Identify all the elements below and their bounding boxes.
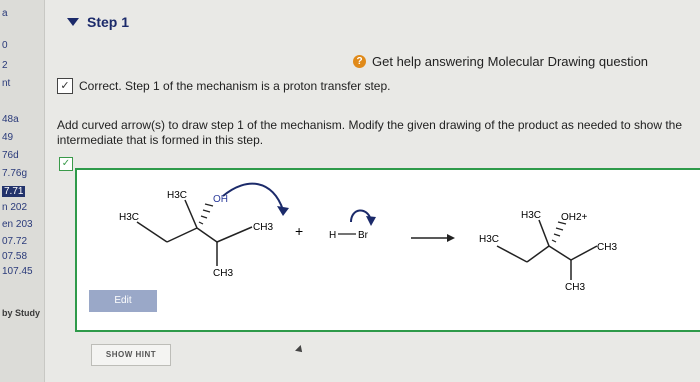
hashed-wedge bbox=[198, 203, 214, 225]
reactant-oh[interactable]: OH bbox=[213, 194, 228, 205]
sidebar-item[interactable]: n 202 bbox=[2, 202, 27, 213]
sidebar: a 0 2 nt 48a 49 76d 7.76g 7.71 n 202 en … bbox=[0, 0, 45, 382]
reaction-arrowhead-icon bbox=[447, 234, 455, 242]
arrowhead-icon bbox=[366, 216, 376, 226]
product-molecule[interactable] bbox=[496, 219, 598, 280]
reactant-molecule[interactable] bbox=[136, 199, 253, 266]
sidebar-item[interactable]: 07.58 bbox=[2, 251, 27, 262]
sidebar-item[interactable]: 0 bbox=[2, 40, 8, 51]
sidebar-item[interactable]: nt bbox=[2, 78, 10, 89]
check-icon: ✓ bbox=[59, 157, 73, 171]
sidebar-footer: by Study bbox=[2, 308, 41, 318]
plus-sign: + bbox=[295, 223, 303, 239]
sidebar-item-active[interactable]: 7.71 bbox=[2, 186, 26, 197]
reactant-h3c-left: H3C bbox=[119, 212, 139, 223]
reagent-h: H bbox=[329, 230, 336, 241]
sidebar-item[interactable]: 2 bbox=[2, 60, 8, 71]
step-title: Step 1 bbox=[87, 14, 130, 30]
help-link[interactable]: ? Get help answering Molecular Drawing q… bbox=[353, 54, 648, 69]
main-content: Step 1 ? Get help answering Molecular Dr… bbox=[45, 0, 700, 382]
product-ch3-right: CH3 bbox=[597, 242, 617, 253]
curved-arrow-icon[interactable] bbox=[222, 182, 284, 211]
drawing-editor[interactable]: H3C OH H3C CH3 CH3 + H Br H3C OH2+ H3C C… bbox=[75, 168, 700, 332]
reagent-br: Br bbox=[358, 230, 369, 241]
show-hint-button[interactable]: SHOW HINT bbox=[91, 344, 171, 366]
mouse-cursor-icon bbox=[295, 345, 305, 355]
product-oh2[interactable]: OH2+ bbox=[561, 212, 588, 223]
status-text: Correct. Step 1 of the mechanism is a pr… bbox=[79, 79, 391, 93]
sidebar-item[interactable]: 49 bbox=[2, 132, 13, 143]
sidebar-item[interactable]: en 203 bbox=[2, 219, 33, 230]
reactant-h3c-top: H3C bbox=[167, 190, 187, 201]
molecule-canvas[interactable]: H3C OH H3C CH3 CH3 + H Br H3C OH2+ H3C C… bbox=[77, 170, 700, 330]
help-label: Get help answering Molecular Drawing que… bbox=[372, 54, 649, 69]
product-ch3-bottom: CH3 bbox=[565, 282, 585, 293]
step-header[interactable]: Step 1 bbox=[67, 14, 129, 30]
edit-button[interactable]: Edit bbox=[89, 290, 157, 312]
arrowhead-icon bbox=[277, 206, 289, 216]
sidebar-item[interactable]: 107.45 bbox=[2, 266, 33, 277]
sidebar-item[interactable]: 07.72 bbox=[2, 236, 27, 247]
check-icon: ✓ bbox=[57, 78, 73, 94]
product-h3c-top: H3C bbox=[521, 210, 541, 221]
reactant-ch3-bottom: CH3 bbox=[213, 268, 233, 279]
instructions: Add curved arrow(s) to draw step 1 of th… bbox=[57, 118, 683, 147]
sidebar-item[interactable]: 7.76g bbox=[2, 168, 27, 179]
sidebar-item[interactable]: a bbox=[2, 8, 8, 19]
status-row: ✓ Correct. Step 1 of the mechanism is a … bbox=[57, 78, 390, 94]
product-h3c-left: H3C bbox=[479, 234, 499, 245]
sidebar-item[interactable]: 48a bbox=[2, 114, 19, 125]
collapse-triangle-icon[interactable] bbox=[67, 18, 79, 26]
reactant-ch3-right: CH3 bbox=[253, 222, 273, 233]
sidebar-item[interactable]: 76d bbox=[2, 150, 19, 161]
question-circle-icon: ? bbox=[353, 55, 366, 68]
hashed-wedge bbox=[551, 221, 567, 243]
